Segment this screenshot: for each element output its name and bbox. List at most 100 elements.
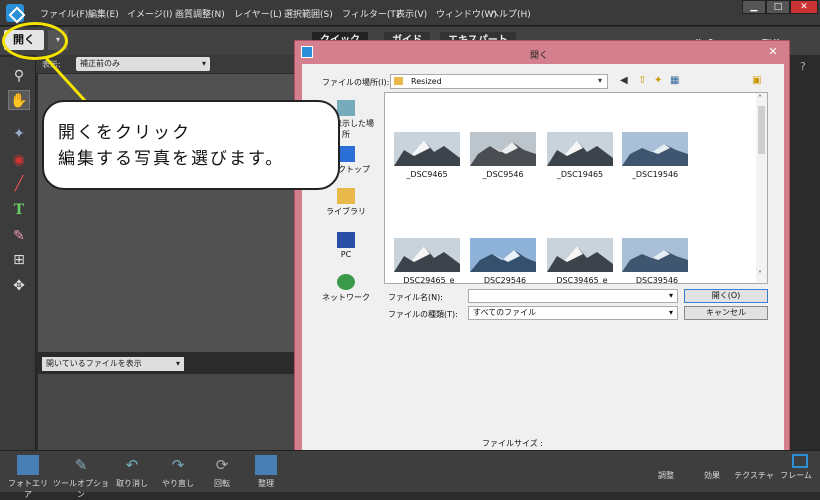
menu-select[interactable]: 選択範囲(S) [284, 7, 333, 20]
undo-icon: ↶ [125, 456, 139, 474]
photo-bin-value: 開いているファイルを表示 [46, 359, 142, 368]
chevron-down-icon: ▾ [668, 308, 673, 317]
scrollbar-thumb[interactable] [758, 106, 765, 154]
menu-image[interactable]: イメージ(I) [127, 7, 173, 20]
menu-edit[interactable]: 編集(E) [88, 7, 119, 20]
dialog-close-button[interactable]: ✕ [766, 45, 780, 59]
undo-button[interactable]: ↶ 取り消し [114, 455, 150, 489]
minimize-button[interactable]: ▁ [742, 0, 766, 14]
effects-button[interactable]: 効果 [696, 470, 728, 481]
bb-label: 調整 [658, 471, 674, 480]
app-logo-icon [6, 4, 24, 22]
tool-options-button[interactable]: ✎ ツールオプション [52, 455, 110, 500]
menu-file[interactable]: ファイル(F) [40, 7, 88, 20]
callout-line-2: 編集する写真を選びます。 [58, 149, 285, 169]
help-icon[interactable]: ? [800, 60, 806, 73]
view-menu-icon[interactable]: ▦ [670, 75, 679, 86]
close-window-button[interactable]: ✕ [790, 0, 818, 14]
hand-tool-icon[interactable]: ✋ [8, 90, 30, 110]
network-icon [337, 274, 355, 290]
zoom-tool-icon[interactable]: ⚲ [8, 66, 30, 86]
look-in-label: ファイルの場所(I): [322, 78, 390, 87]
filetype-label: ファイルの種類(T): [388, 310, 458, 319]
library-icon [337, 188, 355, 204]
place-pc[interactable]: PC [316, 232, 376, 259]
mountain-thumbnail [622, 238, 688, 272]
place-library[interactable]: ライブラリ [316, 188, 376, 217]
file-name: _DSC19546 [631, 170, 679, 179]
quick-selection-tool-icon[interactable]: ✦ [8, 124, 30, 144]
look-in-value: Resized [411, 77, 442, 86]
type-tool-icon[interactable]: T [8, 200, 30, 220]
file-item[interactable] [547, 132, 613, 169]
back-icon[interactable]: ◀ [620, 75, 628, 86]
adjustments-button[interactable]: 調整 [648, 470, 684, 481]
crop-tool-icon[interactable]: ⊞ [8, 250, 30, 270]
menu-filter[interactable]: フィルター(T) [342, 7, 399, 20]
red-eye-tool-icon[interactable]: ◉ [8, 150, 30, 170]
textures-button[interactable]: テクスチャ [734, 470, 774, 481]
bb-label: 取り消し [116, 479, 148, 488]
filename-input[interactable]: ▾ [468, 289, 678, 303]
redo-icon: ↷ [171, 456, 185, 474]
mountain-thumbnail [394, 238, 460, 272]
recent-places-icon [337, 100, 355, 116]
up-folder-icon[interactable]: ⇧ [638, 75, 646, 86]
file-name: _DSC9546 [482, 170, 524, 179]
filetype-select[interactable]: すべてのファイル ▾ [468, 306, 678, 320]
menu-layer[interactable]: レイヤー(L) [234, 7, 282, 20]
place-label: PC [340, 250, 352, 259]
photo-bin-icon [17, 455, 39, 475]
place-label: ネットワーク [322, 293, 370, 302]
file-item[interactable] [470, 238, 536, 275]
move-tool-icon[interactable]: ✥ [8, 276, 30, 296]
bb-label: テクスチャ [734, 471, 774, 480]
dialog-open-button[interactable]: 開く(O) [684, 289, 768, 303]
file-item[interactable] [622, 132, 688, 169]
file-size-label: ファイルサイズ : [482, 439, 543, 448]
file-item[interactable] [470, 132, 536, 169]
new-folder-icon[interactable]: ✦ [654, 75, 662, 86]
file-item[interactable] [622, 238, 688, 275]
photo-bin-button[interactable]: フォトエリア [6, 455, 50, 500]
computer-icon [337, 232, 355, 248]
bb-label: 効果 [704, 471, 720, 480]
place-network[interactable]: ネットワーク [316, 274, 376, 303]
file-item[interactable] [394, 238, 460, 275]
file-name: _DSC39465_e [552, 276, 608, 284]
rotate-button[interactable]: ⟳ 回転 [206, 455, 238, 489]
bb-label: ツールオプション [53, 479, 109, 499]
file-name: _DSC9465 [406, 170, 448, 179]
menu-enhance[interactable]: 画質調整(N) [175, 7, 225, 20]
bb-label: 整理 [258, 479, 274, 488]
maximize-button[interactable]: □ [766, 0, 790, 14]
redo-button[interactable]: ↷ やり直し [160, 455, 196, 489]
menu-help[interactable]: ヘルプ(H) [490, 7, 531, 20]
mountain-thumbnail [470, 132, 536, 166]
mountain-thumbnail [547, 132, 613, 166]
file-name: _DSC29465_e [399, 276, 455, 284]
chevron-down-icon: ▾ [175, 359, 180, 368]
organizer-icon [255, 455, 277, 475]
dialog-title: 開く [530, 51, 549, 61]
spot-healing-tool-icon[interactable]: ✎ [8, 226, 30, 246]
scroll-down-icon[interactable]: ˅ [758, 270, 762, 279]
organize-button[interactable]: 整理 [250, 455, 282, 489]
look-in-select[interactable]: Resized [390, 74, 608, 89]
photo-bin[interactable] [38, 374, 296, 450]
scroll-up-icon[interactable]: ˄ [758, 94, 762, 103]
photo-bin-select[interactable]: 開いているファイルを表示 ▾ [42, 357, 184, 371]
chevron-down-icon: ▾ [668, 291, 673, 300]
menu-window[interactable]: ウィンドウ(W) [436, 7, 497, 20]
tool-options-icon: ✎ [74, 456, 88, 474]
file-item[interactable] [547, 238, 613, 275]
menu-view[interactable]: 表示(V) [396, 7, 427, 20]
whiten-teeth-tool-icon[interactable]: ╱ [8, 174, 30, 194]
preview-icon[interactable]: ▣ [752, 75, 761, 86]
dialog-cancel-button[interactable]: キャンセル [684, 306, 768, 320]
file-item[interactable] [394, 132, 460, 169]
mountain-thumbnail [470, 238, 536, 272]
callout-pointer [44, 56, 90, 106]
bb-label: やり直し [162, 479, 194, 488]
frames-button[interactable]: フレーム [778, 470, 814, 481]
